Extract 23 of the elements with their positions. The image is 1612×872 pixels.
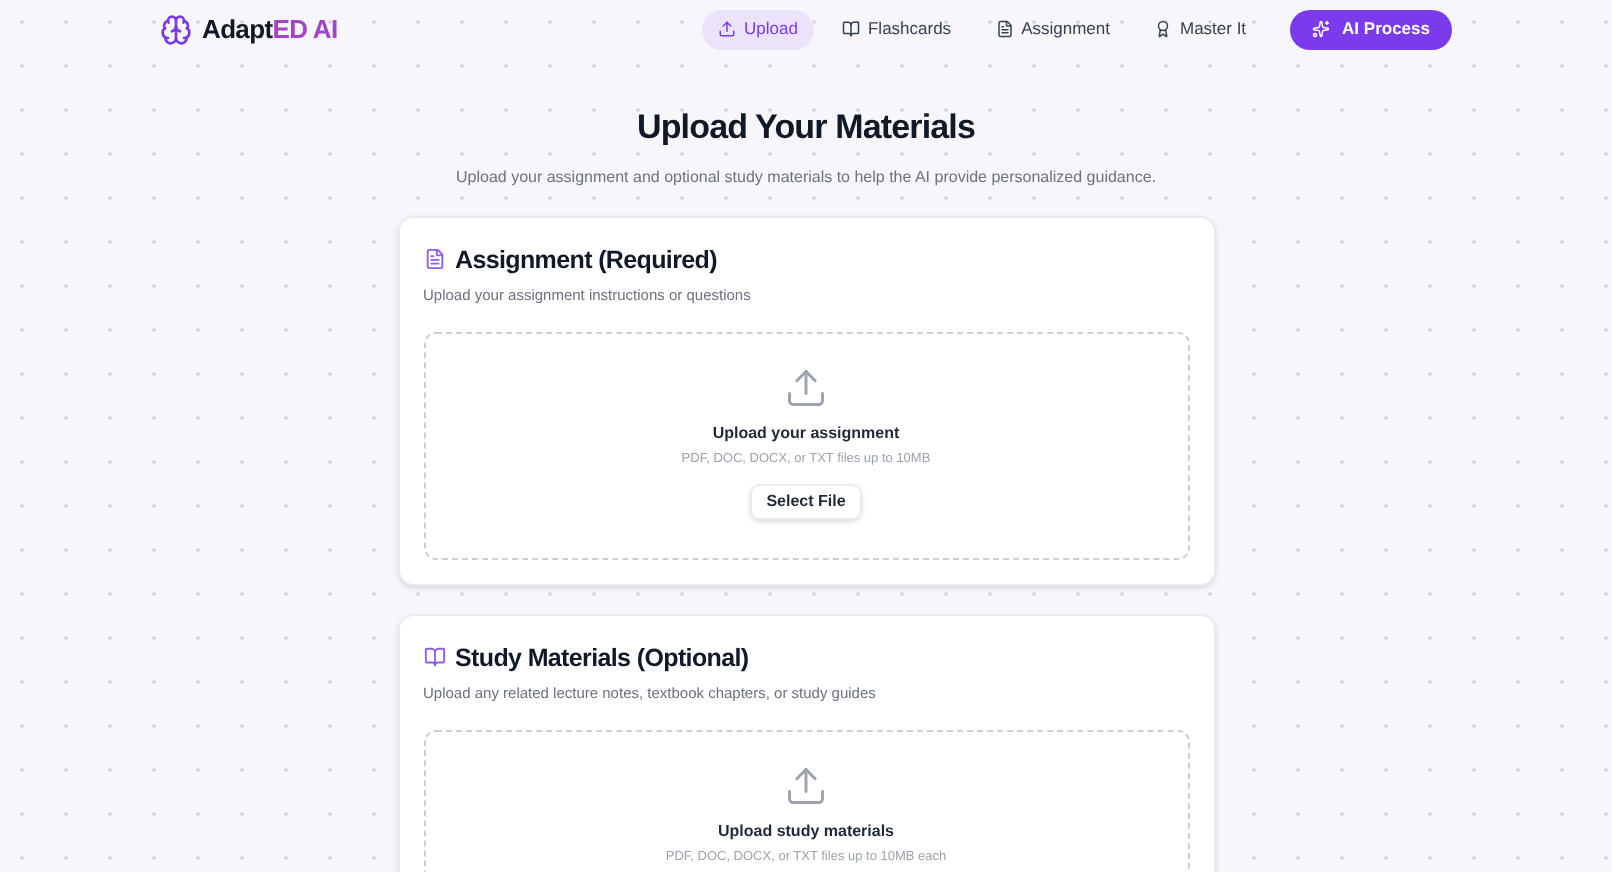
document-icon (423, 248, 445, 271)
nav-tab[interactable]: Master It (1137, 9, 1263, 49)
page-subtitle: Upload your assignment and optional study materials to help the AI provide personalized guidance. (456, 165, 1156, 189)
brain-logo-icon (160, 13, 192, 45)
nav-tab[interactable]: Flashcards (825, 9, 968, 49)
upload-icon (784, 763, 828, 807)
select-file-button[interactable]: Select File (750, 484, 862, 521)
card-title: Assignment (Required) (455, 243, 717, 278)
nav-tab[interactable]: Assignment (979, 9, 1126, 49)
award-icon (1153, 20, 1172, 38)
upload-icon (784, 365, 828, 409)
sparkles-icon (1312, 20, 1331, 38)
book-icon (841, 20, 860, 38)
upload-icon (718, 20, 737, 38)
book-icon (423, 646, 445, 669)
document-icon (995, 20, 1014, 38)
nav-tab[interactable]: Upload (702, 9, 814, 49)
brand-name: AdaptED AI (202, 11, 338, 48)
ai-process-button[interactable]: AI Process (1290, 9, 1452, 49)
page-title: Upload Your Materials (637, 106, 975, 150)
card-title: Study Materials (Optional) (455, 641, 749, 676)
drop-title: Upload study materials (717, 819, 895, 843)
drop-title: Upload your assignment (712, 421, 900, 445)
